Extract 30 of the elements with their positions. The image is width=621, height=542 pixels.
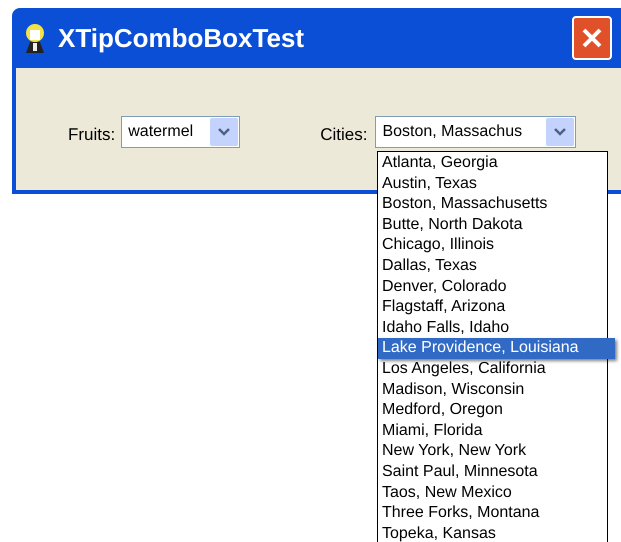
dropdown-button[interactable] [210,118,238,146]
list-item[interactable]: Los Angeles, California [378,358,607,380]
list-item[interactable]: Boston, Massachusetts [378,194,607,215]
list-item[interactable]: Topeka, Kansas [378,524,607,542]
list-item[interactable]: New York, New York [378,441,607,462]
list-item[interactable]: Taos, New Mexico [378,482,607,504]
list-item[interactable]: Three Forks, Montana [378,503,607,524]
cities-label: Cities: [320,124,368,146]
close-icon [581,27,603,49]
list-item[interactable]: Lake Providence, Louisiana [378,338,615,359]
list-item[interactable]: Dallas, Texas [378,256,607,277]
dropdown-button[interactable] [546,118,574,146]
list-item[interactable]: Austin, Texas [378,174,607,194]
list-item[interactable]: Chicago, Illinois [378,235,607,256]
close-button[interactable] [572,16,612,60]
list-item[interactable]: Madison, Wisconsin [378,380,607,400]
list-item[interactable]: Medford, Oregon [378,400,607,421]
chevron-icon [218,128,230,136]
list-item[interactable]: Denver, Colorado [378,276,607,298]
fruits-combo-box[interactable]: watermel [121,116,240,148]
list-item[interactable]: Butte, North Dakota [378,214,607,236]
fruits-label: Fruits: [68,124,116,146]
window-title: XTipComboBoxTest [58,22,304,54]
list-item[interactable]: Flagstaff, Arizona [378,297,607,318]
cities-combo-box[interactable]: Boston, Massachus [375,116,576,148]
list-item[interactable]: Idaho Falls, Idaho [378,318,607,338]
list-item[interactable]: Atlanta, Georgia [378,153,607,174]
list-item[interactable]: Saint Paul, Minnesota [378,462,607,482]
chevron-icon [554,128,566,136]
list-item[interactable]: Miami, Florida [378,420,607,442]
